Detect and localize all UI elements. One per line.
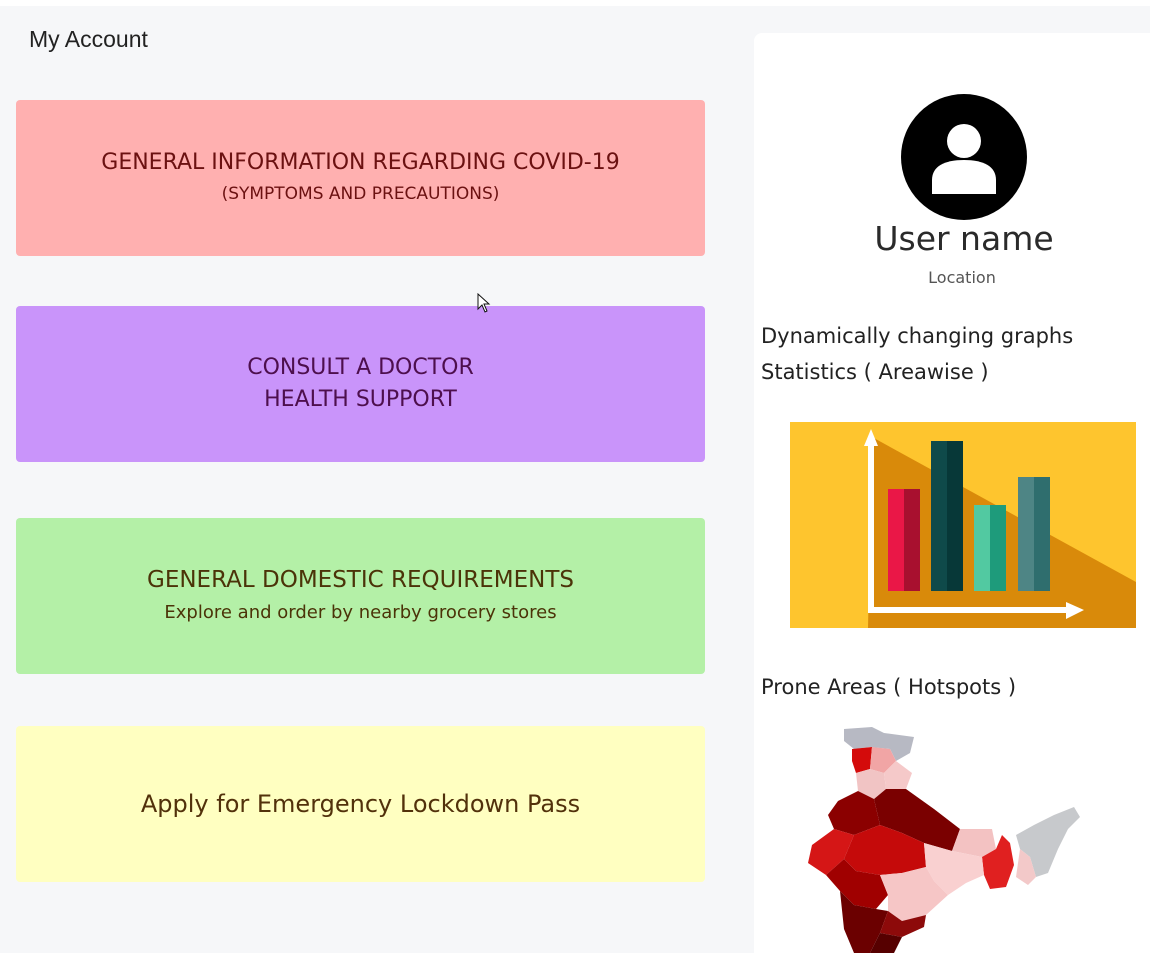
covid-info-subtitle: (SYMPTOMS AND PRECAUTIONS) [221, 184, 500, 204]
lockdown-pass-card[interactable]: Apply for Emergency Lockdown Pass [16, 726, 705, 882]
username: User name [874, 219, 1054, 258]
hotspots-heading: Prone Areas ( Hotspots ) [761, 675, 1017, 699]
covid-info-card[interactable]: GENERAL INFORMATION REGARDING COVID-19 (… [16, 100, 705, 256]
page-title: My Account [29, 26, 148, 52]
user-location: Location [928, 268, 996, 287]
profile-panel: User name Location Dynamically changing … [754, 33, 1150, 953]
statistics-heading: Statistics ( Areawise ) [761, 360, 989, 384]
graphs-heading: Dynamically changing graphs [761, 324, 1074, 348]
covid-info-title: GENERAL INFORMATION REGARDING COVID-19 [101, 150, 620, 175]
consult-doctor-card[interactable]: CONSULT A DOCTOR HEALTH SUPPORT [16, 306, 705, 462]
domestic-requirements-subtitle: Explore and order by nearby grocery stor… [164, 602, 557, 623]
domestic-requirements-card[interactable]: GENERAL DOMESTIC REQUIREMENTS Explore an… [16, 518, 705, 674]
domestic-requirements-title: GENERAL DOMESTIC REQUIREMENTS [147, 567, 574, 593]
mouse-cursor-icon [477, 293, 491, 313]
top-bar [0, 0, 1150, 6]
hotspot-map-illustration[interactable] [784, 725, 1094, 953]
consult-doctor-title: CONSULT A DOCTOR [247, 355, 474, 380]
user-avatar-icon [901, 94, 1027, 220]
bar-chart-illustration[interactable] [790, 422, 1136, 628]
lockdown-pass-title: Apply for Emergency Lockdown Pass [140, 790, 581, 818]
consult-doctor-subtitle: HEALTH SUPPORT [264, 387, 457, 412]
